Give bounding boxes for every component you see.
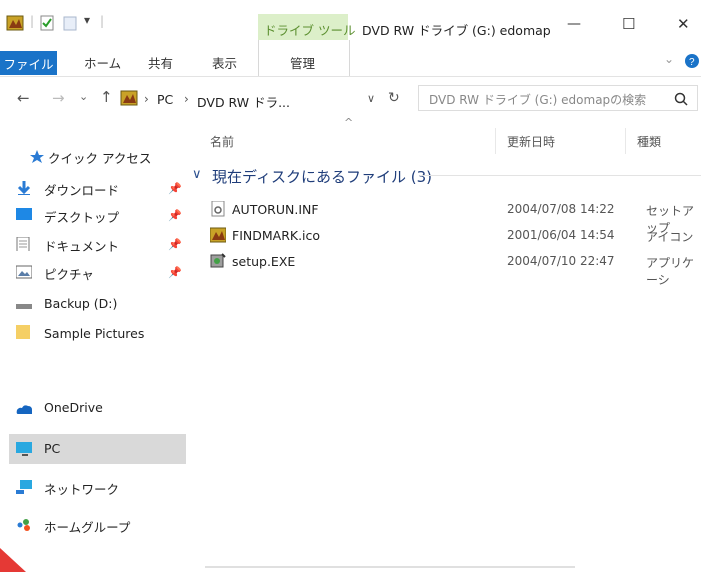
qat-separator-2: | [100, 14, 105, 28]
tab-share[interactable]: 共有 [148, 53, 173, 72]
qat-customize-icon[interactable]: ▾ [84, 13, 90, 27]
refresh-button[interactable]: ↻ [388, 90, 400, 106]
nav-label: ネットワーク [44, 482, 120, 497]
drive-d-icon [16, 304, 32, 309]
file-date: 2004/07/10 22:47 [507, 254, 615, 268]
qat-separator: | [30, 14, 35, 28]
nav-sample-pictures[interactable]: Sample Pictures [16, 325, 145, 341]
ribbon-expand-icon[interactable]: ⌄ [664, 52, 674, 66]
network-icon [16, 480, 32, 494]
nav-label: ダウンロード [44, 183, 120, 198]
nav-homegroup[interactable]: ホームグループ [17, 517, 131, 536]
column-divider-2[interactable] [625, 128, 626, 154]
app-icon[interactable] [6, 14, 26, 32]
file-name: setup.EXE [232, 253, 296, 269]
column-header-type[interactable]: 種類 [637, 133, 661, 150]
breadcrumb-pc[interactable]: PC [157, 92, 173, 107]
breadcrumb-separator: › [144, 92, 149, 106]
group-collapse-icon[interactable]: ∨ [192, 167, 202, 182]
pictures-icon [16, 265, 32, 279]
recent-locations-icon[interactable]: ⌄ [79, 90, 88, 103]
window-title: DVD RW ドライブ (G:) edomap [362, 23, 551, 38]
file-row[interactable]: FINDMARK.ico [210, 225, 320, 245]
pin-icon[interactable]: 📌 [168, 182, 182, 195]
tab-home[interactable]: ホーム [84, 53, 121, 72]
nav-label: Backup (D:) [44, 296, 118, 311]
desktop-icon [16, 208, 32, 220]
image-file-icon [210, 227, 226, 243]
nav-onedrive[interactable]: OneDrive [16, 400, 103, 415]
file-date: 2001/06/04 14:54 [507, 228, 615, 242]
computer-icon [16, 442, 32, 456]
nav-desktop[interactable]: デスクトップ [16, 207, 120, 226]
nav-label: ピクチャ [44, 267, 94, 282]
minimize-button[interactable]: — [567, 16, 581, 32]
nav-pictures[interactable]: ピクチャ [16, 264, 94, 283]
nav-network[interactable]: ネットワーク [16, 479, 120, 498]
nav-label: クイック アクセス [48, 151, 152, 166]
group-header[interactable]: 現在ディスクにあるファイル (3) [212, 166, 432, 187]
sort-ascending-icon: ^ [344, 116, 354, 129]
column-divider[interactable] [495, 128, 496, 154]
breadcrumb-separator-2: › [184, 92, 189, 106]
breadcrumb-drive[interactable]: DVD RW ドラ... [197, 92, 290, 111]
nav-label: PC [44, 441, 61, 456]
star-icon [30, 150, 44, 163]
up-button[interactable]: ↑ [100, 88, 113, 106]
file-name: AUTORUN.INF [232, 201, 319, 217]
nav-label: OneDrive [44, 400, 103, 415]
pin-icon-2[interactable]: 📌 [168, 209, 182, 222]
tab-view[interactable]: 表示 [212, 53, 237, 72]
nav-label: デスクトップ [44, 210, 120, 225]
onedrive-cloud-icon [16, 405, 32, 414]
nav-pc-selected[interactable] [9, 434, 186, 464]
download-arrow-icon [17, 181, 31, 195]
tab-manage[interactable]: 管理 [290, 53, 315, 72]
nav-label: Sample Pictures [44, 326, 145, 341]
nav-label: ホームグループ [44, 520, 131, 535]
pin-icon-4[interactable]: 📌 [168, 266, 182, 279]
address-dropdown-icon[interactable]: ∨ [367, 92, 375, 105]
nav-backup-drive[interactable]: Backup (D:) [16, 296, 118, 311]
new-folder-icon[interactable] [62, 15, 78, 31]
file-row[interactable]: setup.EXE [210, 251, 295, 271]
homegroup-icon [17, 519, 30, 531]
maximize-button[interactable]: ☐ [622, 15, 635, 33]
document-icon [16, 237, 30, 251]
column-header-date[interactable]: 更新日時 [507, 133, 555, 150]
drive-icon [120, 90, 138, 106]
nav-pc[interactable]: PC [16, 441, 61, 456]
help-icon[interactable]: ? [684, 53, 700, 69]
nav-downloads[interactable]: ダウンロード [17, 180, 120, 199]
nav-label: ドキュメント [44, 239, 120, 254]
file-name: FINDMARK.ico [232, 227, 321, 243]
horizontal-scrollbar[interactable] [205, 566, 575, 568]
installer-file-icon [210, 253, 226, 268]
file-type: アプリケーシ [646, 256, 695, 287]
file-row[interactable]: AUTORUN.INF [210, 199, 319, 219]
context-tab-label: ドライブ ツール [264, 23, 356, 38]
tab-file[interactable]: ファイル [0, 51, 57, 75]
red-corner-shape [0, 548, 26, 572]
settings-file-icon [211, 201, 225, 217]
file-date: 2004/07/08 14:22 [507, 202, 615, 216]
pin-icon-3[interactable]: 📌 [168, 238, 182, 251]
forward-button[interactable]: → [52, 89, 65, 107]
back-button[interactable]: ← [17, 89, 30, 107]
svg-text:?: ? [689, 57, 695, 68]
properties-icon[interactable] [39, 15, 55, 31]
close-button[interactable]: ✕ [677, 15, 690, 33]
column-header-name[interactable]: 名前 [210, 133, 234, 150]
group-divider [420, 175, 701, 176]
search-input[interactable]: DVD RW ドライブ (G:) edomapの検索 [429, 91, 646, 108]
search-box[interactable]: DVD RW ドライブ (G:) edomapの検索 [418, 85, 698, 111]
file-type: アイコン [646, 230, 694, 244]
search-icon [674, 92, 688, 106]
nav-documents[interactable]: ドキュメント [16, 236, 120, 255]
nav-quick-access[interactable]: クイック アクセス [30, 148, 152, 167]
folder-icon [16, 325, 30, 339]
